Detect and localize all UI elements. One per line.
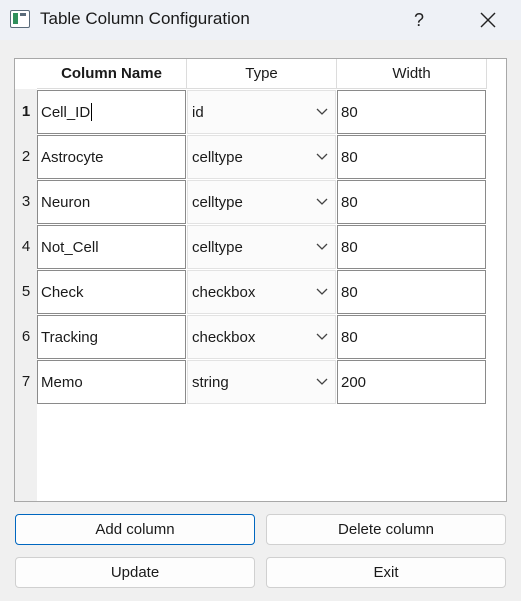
- column-name-input[interactable]: Astrocyte: [37, 135, 186, 179]
- chevron-down-icon: [316, 153, 328, 160]
- column-name-input[interactable]: Memo: [37, 360, 186, 404]
- cell-text: celltype: [192, 238, 243, 256]
- cell-text: 80: [341, 328, 358, 346]
- add-column-button[interactable]: Add column: [15, 514, 255, 545]
- column-config-table: Column Name Type Width 1 Cell_ID id 80 2…: [14, 58, 507, 502]
- type-dropdown[interactable]: id: [187, 90, 336, 134]
- cell-text: Cell_ID: [41, 103, 91, 121]
- cell-text: checkbox: [192, 328, 256, 346]
- column-name-input[interactable]: Neuron: [37, 180, 186, 224]
- exit-button[interactable]: Exit: [266, 557, 506, 588]
- window-title: Table Column Configuration: [40, 9, 250, 28]
- chevron-down-icon: [316, 378, 328, 385]
- row-header[interactable]: 1: [15, 89, 37, 134]
- type-dropdown[interactable]: checkbox: [187, 270, 336, 314]
- cell-text: celltype: [192, 148, 243, 166]
- column-name-input[interactable]: Cell_ID: [37, 90, 186, 134]
- cell-text: Astrocyte: [41, 148, 104, 166]
- row-header[interactable]: 4: [15, 224, 37, 269]
- cell-text: checkbox: [192, 283, 256, 301]
- chevron-down-icon: [316, 333, 328, 340]
- row-header[interactable]: 5: [15, 269, 37, 314]
- cell-text: 80: [341, 148, 358, 166]
- type-dropdown[interactable]: checkbox: [187, 315, 336, 359]
- close-icon: [480, 12, 496, 28]
- row-header[interactable]: 7: [15, 359, 37, 404]
- width-input[interactable]: 200: [337, 360, 486, 404]
- width-input[interactable]: 80: [337, 270, 486, 314]
- cell-text: 80: [341, 238, 358, 256]
- column-name-input[interactable]: Not_Cell: [37, 225, 186, 269]
- width-input[interactable]: 80: [337, 315, 486, 359]
- type-dropdown[interactable]: celltype: [187, 135, 336, 179]
- cell-text: celltype: [192, 193, 243, 211]
- cell-text: 80: [341, 103, 358, 121]
- type-dropdown[interactable]: celltype: [187, 180, 336, 224]
- row-header[interactable]: 6: [15, 314, 37, 359]
- text-cursor: [91, 103, 93, 121]
- chevron-down-icon: [316, 108, 328, 115]
- column-name-input[interactable]: Check: [37, 270, 186, 314]
- width-input[interactable]: 80: [337, 180, 486, 224]
- delete-column-button[interactable]: Delete column: [266, 514, 506, 545]
- width-input[interactable]: 80: [337, 225, 486, 269]
- type-dropdown[interactable]: celltype: [187, 225, 336, 269]
- cell-text: Neuron: [41, 193, 91, 211]
- chevron-down-icon: [316, 198, 328, 205]
- width-input[interactable]: 80: [337, 90, 486, 134]
- row-header[interactable]: 3: [15, 179, 37, 224]
- header-width[interactable]: Width: [337, 59, 487, 89]
- cell-text: string: [192, 373, 229, 391]
- header-column-name[interactable]: Column Name: [37, 59, 187, 89]
- width-input[interactable]: 80: [337, 135, 486, 179]
- help-button[interactable]: ?: [402, 4, 436, 36]
- row-header[interactable]: 2: [15, 134, 37, 179]
- cell-text: Check: [41, 283, 84, 301]
- cell-text: Not_Cell: [41, 238, 99, 256]
- header-type[interactable]: Type: [187, 59, 337, 89]
- chevron-down-icon: [316, 243, 328, 250]
- title-bar: Table Column Configuration ?: [0, 0, 521, 40]
- app-icon: [10, 10, 30, 28]
- cell-text: Tracking: [41, 328, 98, 346]
- cell-text: Memo: [41, 373, 83, 391]
- cell-text: 80: [341, 193, 358, 211]
- close-button[interactable]: [470, 4, 506, 36]
- table-corner: [15, 59, 37, 89]
- update-button[interactable]: Update: [15, 557, 255, 588]
- chevron-down-icon: [316, 288, 328, 295]
- cell-text: 80: [341, 283, 358, 301]
- type-dropdown[interactable]: string: [187, 360, 336, 404]
- cell-text: 200: [341, 373, 367, 391]
- column-name-input[interactable]: Tracking: [37, 315, 186, 359]
- cell-text: id: [192, 103, 204, 121]
